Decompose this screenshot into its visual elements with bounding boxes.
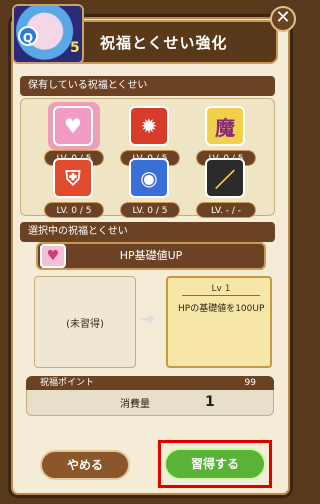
skill-cell-slash[interactable]: ／ LV. - / - xyxy=(196,154,258,224)
skill-level: LV. 0 / 5 xyxy=(120,202,180,218)
close-button[interactable]: ✕ xyxy=(270,6,296,32)
skill-level: LV. - / - xyxy=(196,202,256,218)
eye-star-icon: ◉ xyxy=(129,158,169,198)
next-level-title: Lv 1 xyxy=(182,282,260,296)
next-level-description: HPの基礎値を100UP xyxy=(178,304,265,314)
current-level-label: (未習得) xyxy=(66,318,104,330)
q-icon: Q xyxy=(18,26,38,46)
next-level-box: Lv 1 HPの基礎値を100UP xyxy=(166,276,272,368)
blessing-points-label: 祝福ポイント xyxy=(40,378,95,388)
skill-cell-eye[interactable]: ◉ LV. 0 / 5 xyxy=(120,154,182,224)
blessing-points-value: 99 xyxy=(244,378,256,388)
skill-cell-flame-shield[interactable]: ⛨ LV. 0 / 5 xyxy=(44,154,106,224)
slash-icon: ／ xyxy=(205,158,245,198)
cost-label: 消費量 xyxy=(120,399,150,410)
avatar-mark-icon: 5 xyxy=(70,40,80,56)
cancel-button[interactable]: やめる xyxy=(40,450,130,480)
current-level-box: (未習得) xyxy=(34,276,136,368)
cost-value: 1 xyxy=(205,394,215,410)
dialog-title: 祝福とくせい強化 xyxy=(100,34,228,52)
arrow-right-icon: ➜ xyxy=(140,309,156,330)
owned-section-title: 保有している祝福とくせい xyxy=(20,76,275,96)
selected-skill-name: HP基礎値UP xyxy=(36,242,266,270)
flame-arrow-icon: ✹ xyxy=(129,106,169,146)
learn-button[interactable]: 習得する xyxy=(164,448,266,480)
magic-arrow-icon: 魔 xyxy=(205,106,245,146)
heart-arrow-icon: ♥ xyxy=(40,244,66,268)
skill-level: LV. 0 / 5 xyxy=(44,202,104,218)
heart-arrow-icon: ♥ xyxy=(53,106,93,146)
selected-section-title: 選択中の祝福とくせい xyxy=(20,222,275,242)
flame-shield-icon: ⛨ xyxy=(53,158,93,198)
